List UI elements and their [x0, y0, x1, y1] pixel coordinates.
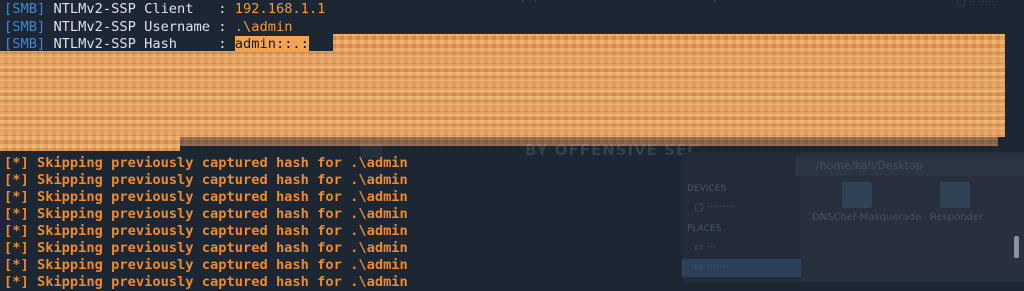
smb-username-line: [SMB] NTLMv2-SSP Username : .\admin — [4, 19, 292, 36]
sidebar-item-filesystem: ▢ ········· — [694, 202, 736, 213]
username-label: NTLMv2-SSP Username : — [45, 19, 235, 35]
skip-line: [*] Skipping previously captured hash fo… — [4, 257, 408, 273]
skip-line: [*] Skipping previously captured hash fo… — [4, 206, 408, 222]
client-value: 192.168.1.1 — [234, 1, 326, 17]
hash-label: NTLMv2-SSP Hash : — [45, 36, 235, 52]
skip-line: [*] Skipping previously captured hash fo… — [4, 189, 408, 205]
skip-line: [*] Skipping previously captured hash fo… — [4, 274, 408, 290]
smb-client-line: [SMB] NTLMv2-SSP Client : 192.168.1.1 — [4, 1, 325, 18]
client-label: NTLMv2-SSP Client : — [45, 1, 235, 17]
skip-line: [*] Skipping previously captured hash fo… — [4, 172, 408, 188]
file-manager-path: /home/kali/Desktop — [816, 159, 923, 172]
smb-hash-line: [SMB] NTLMv2-SSP Hash : admin::.: — [4, 36, 309, 53]
folder-icon — [940, 182, 970, 208]
background-dots: · — [712, 0, 719, 7]
sidebar-devices-label: DEVICES — [687, 184, 727, 194]
file-icon — [842, 182, 872, 208]
skip-line: [*] Skipping previously captured hash fo… — [4, 155, 408, 171]
background-corner-text: □ ·· ····· — [956, 0, 995, 8]
smb-tag: [SMB] — [4, 1, 46, 17]
file-label: DNSChef-Masquerade — [812, 212, 922, 223]
username-value: .\admin — [234, 19, 293, 35]
background-dots: · · — [520, 0, 539, 7]
hash-value: admin::.: — [234, 36, 309, 52]
skip-line: [*] Skipping previously captured hash fo… — [4, 240, 408, 256]
background-watermark: BY OFFENSIVE SEC — [525, 141, 700, 159]
sidebar-places-label: PLACES — [687, 224, 722, 234]
skip-line: [*] Skipping previously captured hash fo… — [4, 223, 408, 239]
sidebar-item-desktop: ▭ ······· — [694, 262, 729, 273]
smb-tag: [SMB] — [4, 36, 46, 52]
file-label: Responder — [930, 212, 984, 223]
sidebar-item-home: ▭ ··· — [694, 242, 717, 253]
scrollbar-thumb[interactable] — [1014, 236, 1019, 258]
smb-tag: [SMB] — [4, 19, 46, 35]
